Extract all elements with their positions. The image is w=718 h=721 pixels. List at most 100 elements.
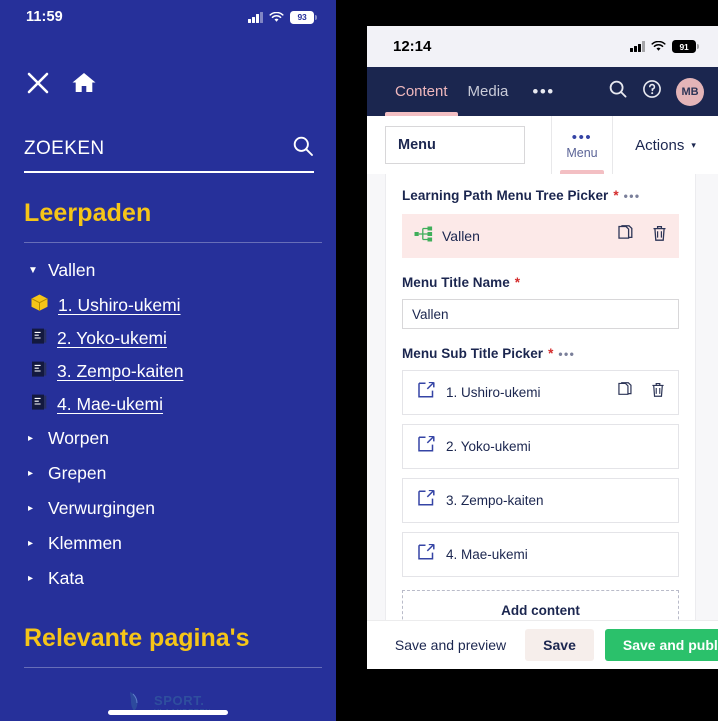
battery-icon: 91 [672, 40, 699, 53]
field-overflow-icon[interactable]: ••• [558, 347, 575, 361]
search-input[interactable]: ZOEKEN [24, 135, 314, 173]
tree-node-grepen[interactable]: ▸ Grepen [0, 456, 336, 491]
search-icon[interactable] [292, 135, 314, 162]
right-status-time: 12:14 [393, 38, 432, 55]
tree-node-vallen[interactable]: ▼ Vallen [0, 253, 336, 288]
copy-icon[interactable] [618, 382, 633, 403]
trash-icon[interactable] [652, 225, 667, 247]
tree-leaf-label: 3. Zempo-kaiten [57, 361, 184, 381]
header-actions: MB [608, 77, 718, 106]
battery-level: 91 [679, 41, 689, 52]
tab-media[interactable]: Media [458, 67, 519, 116]
left-status-bar: 11:59 93 [0, 0, 336, 34]
list-item-label: 4. Mae-ukemi [446, 547, 528, 562]
save-and-publish-button[interactable]: Save and publish [604, 629, 718, 661]
form-body: Learning Path Menu Tree Picker * ••• Vall… [367, 174, 718, 620]
chevron-right-icon[interactable]: ▸ [28, 468, 38, 479]
left-status-indicators: 93 [248, 10, 317, 24]
help-circle-icon[interactable] [642, 79, 662, 104]
tree-leaf-ushiro-ukemi[interactable]: 1. Ushiro-ukemi [0, 288, 336, 322]
list-item[interactable]: 3. Zempo-kaiten [402, 478, 679, 523]
sitemap-icon [414, 226, 433, 247]
add-content-button[interactable]: Add content [402, 590, 679, 620]
tree-leaf-label: 4. Mae-ukemi [57, 394, 164, 414]
chevron-right-icon[interactable]: ▸ [28, 573, 38, 584]
avatar[interactable]: MB [676, 77, 704, 106]
related-pages-divider [24, 667, 322, 668]
tree-picker-label: Learning Path Menu Tree Picker [402, 188, 609, 203]
open-external-icon [418, 489, 435, 511]
page-title: Leerpaden [24, 199, 152, 227]
book-icon [30, 360, 48, 383]
open-external-icon [418, 435, 435, 457]
tree-node-klemmen[interactable]: ▸ Klemmen [0, 526, 336, 561]
learning-path-tree: ▼ Vallen 1. Ushiro-ukemi 2. Yoko-ukemi 3… [0, 243, 336, 596]
home-indicator[interactable] [108, 710, 228, 715]
picked-item-name: Vallen [442, 228, 480, 244]
menu-title-label-row: Menu Title Name * [402, 275, 679, 290]
tree-node-label: Vallen [48, 260, 96, 280]
open-external-icon [418, 381, 435, 403]
header-overflow-icon[interactable]: ••• [518, 82, 568, 102]
right-status-indicators: 91 [630, 40, 699, 53]
tree-node-label: Grepen [48, 463, 107, 483]
package-box-icon [30, 293, 49, 317]
form-card: Learning Path Menu Tree Picker * ••• Vall… [385, 174, 696, 620]
list-item[interactable]: 2. Yoko-ukemi [402, 424, 679, 469]
left-top-actions [0, 34, 336, 101]
tree-node-verwurgingen[interactable]: ▸ Verwurgingen [0, 491, 336, 526]
required-marker: * [514, 275, 521, 290]
list-item-label: 3. Zempo-kaiten [446, 493, 544, 508]
actions-button[interactable]: Actions ▾ [613, 116, 718, 174]
tree-node-worpen[interactable]: ▸ Worpen [0, 421, 336, 456]
chevron-down-icon[interactable]: ▼ [28, 265, 38, 276]
copy-icon[interactable] [618, 225, 634, 247]
list-item[interactable]: 1. Ushiro-ukemi [402, 370, 679, 415]
menu-title-value: Vallen [412, 306, 449, 322]
tree-leaf-mae-ukemi[interactable]: 4. Mae-ukemi [0, 388, 336, 421]
tab-menu-label: Menu [566, 146, 598, 160]
backoffice-header: Content Media ••• MB [367, 67, 718, 116]
picked-item-actions [618, 225, 667, 247]
search-placeholder: ZOEKEN [24, 137, 105, 159]
wifi-icon [269, 11, 284, 23]
tab-content[interactable]: Content [385, 67, 458, 116]
list-item-actions [618, 382, 665, 403]
home-icon[interactable] [71, 71, 97, 100]
chevron-right-icon[interactable]: ▸ [28, 433, 38, 444]
trash-icon[interactable] [651, 382, 665, 403]
related-pages-title: Relevante pagina's [24, 624, 250, 652]
wifi-icon [651, 41, 666, 52]
tree-node-label: Verwurgingen [48, 498, 156, 518]
left-phone-screen: 11:59 93 ZOEKEN Leerpaden ▼ Vallen 1. Us… [0, 0, 336, 721]
save-button[interactable]: Save [525, 629, 594, 661]
list-item[interactable]: 4. Mae-ukemi [402, 532, 679, 577]
tree-leaf-yoko-ukemi[interactable]: 2. Yoko-ukemi [0, 322, 336, 355]
search-icon[interactable] [608, 79, 628, 104]
book-icon [30, 327, 48, 350]
node-name-input[interactable]: Menu [385, 126, 525, 164]
save-and-preview-button[interactable]: Save and preview [387, 637, 514, 653]
actions-label: Actions [635, 136, 685, 154]
list-item-label: 1. Ushiro-ukemi [446, 385, 541, 400]
chevron-right-icon[interactable]: ▸ [28, 538, 38, 549]
chevron-right-icon[interactable]: ▸ [28, 503, 38, 514]
tree-leaf-zempo-kaiten[interactable]: 3. Zempo-kaiten [0, 355, 336, 388]
close-icon[interactable] [25, 70, 51, 101]
sub-picker-label: Menu Sub Title Picker [402, 346, 544, 361]
list-item-label: 2. Yoko-ukemi [446, 439, 531, 454]
menu-title-input[interactable]: Vallen [402, 299, 679, 329]
tab-menu[interactable]: ••• Menu [551, 116, 613, 174]
field-overflow-icon[interactable]: ••• [624, 189, 641, 203]
picked-item-vallen[interactable]: Vallen [402, 214, 679, 258]
battery-icon: 93 [290, 10, 317, 24]
book-icon [30, 393, 48, 416]
tree-node-kata[interactable]: ▸ Kata [0, 561, 336, 596]
tab-content-label: Content [395, 83, 448, 100]
required-marker: * [548, 346, 554, 361]
cellular-signal-icon [248, 11, 263, 23]
left-status-time: 11:59 [26, 9, 63, 25]
required-marker: * [613, 188, 619, 203]
tree-leaf-label: 2. Yoko-ukemi [57, 328, 167, 348]
tree-leaf-label: 1. Ushiro-ukemi [58, 294, 181, 315]
